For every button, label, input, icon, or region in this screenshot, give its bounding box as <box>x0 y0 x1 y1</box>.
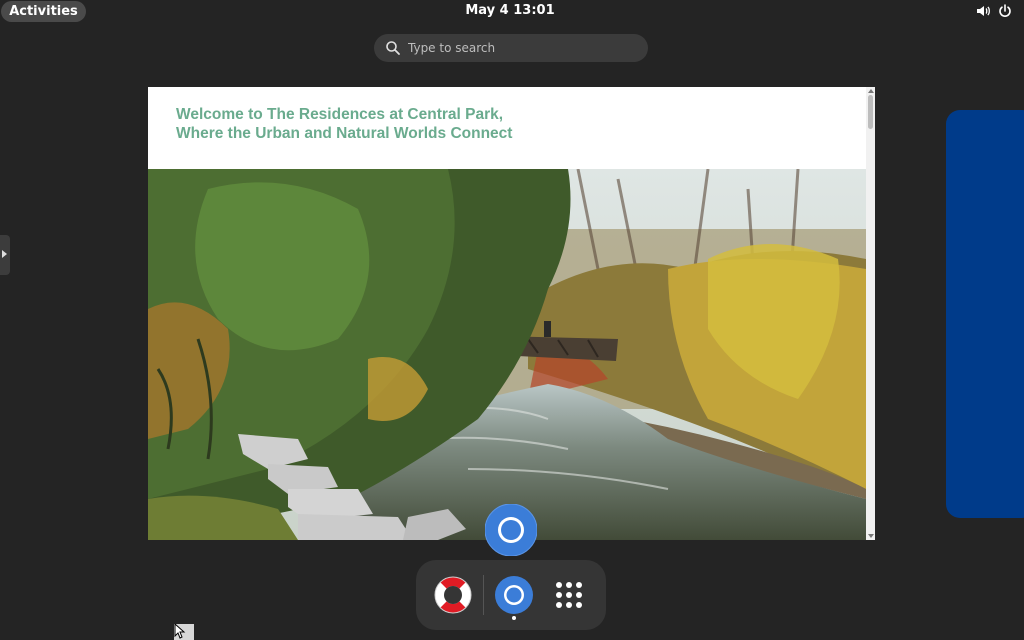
top-bar: Activities May 4 13:01 <box>0 0 1024 23</box>
clock[interactable]: May 4 13:01 <box>440 2 580 20</box>
app-grid-icon[interactable] <box>548 574 590 616</box>
heading-line-1: Welcome to The Residences at Central Par… <box>176 106 504 123</box>
chromium-dock-icon[interactable] <box>493 574 535 616</box>
search-icon <box>386 41 400 55</box>
mouse-cursor-icon <box>174 624 194 640</box>
volume-icon[interactable] <box>975 3 991 19</box>
search-bar[interactable] <box>374 34 648 62</box>
browser-window-preview[interactable]: Welcome to The Residences at Central Par… <box>148 87 875 540</box>
next-workspace-thumbnail[interactable] <box>946 110 1024 518</box>
scroll-up-icon[interactable] <box>868 89 874 93</box>
power-icon[interactable] <box>997 3 1013 19</box>
activities-button[interactable]: Activities <box>1 1 86 22</box>
lifebuoy-icon[interactable] <box>432 574 474 616</box>
vertical-scrollbar[interactable] <box>866 87 875 540</box>
search-input[interactable] <box>408 34 638 62</box>
scroll-thumb[interactable] <box>868 95 873 129</box>
autumn-creek-photo <box>148 169 866 540</box>
heading-line-2: Where the Urban and Natural Worlds Conne… <box>176 125 513 142</box>
chevron-right-icon <box>2 250 7 258</box>
page-heading: Welcome to The Residences at Central Par… <box>176 105 826 143</box>
dock-separator <box>483 575 484 615</box>
workspace-prev-handle[interactable] <box>0 235 10 275</box>
dash <box>416 560 606 630</box>
running-indicator <box>512 616 516 620</box>
scroll-down-icon[interactable] <box>868 534 874 538</box>
chromium-icon <box>485 504 537 556</box>
